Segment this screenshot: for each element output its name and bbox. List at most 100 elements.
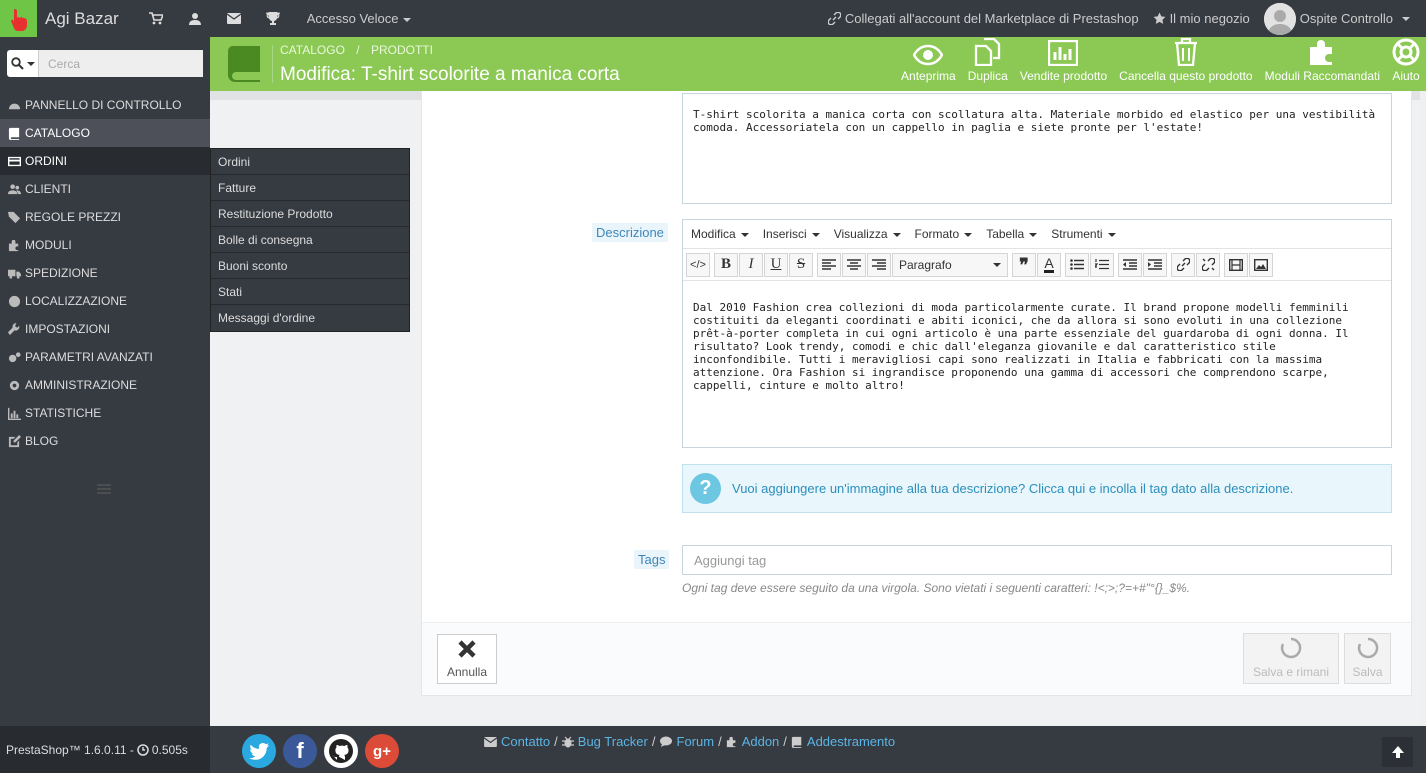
google-plus-icon[interactable]: g+ (365, 734, 399, 768)
collapse-menu-icon[interactable] (97, 482, 111, 497)
tags-input[interactable]: Aggiungi tag (682, 545, 1392, 575)
facebook-icon[interactable]: f (283, 734, 317, 768)
version-info: PrestaShop™ 1.6.0.11 - 0.505s (0, 726, 210, 773)
prestashop-logo-icon[interactable] (0, 0, 37, 37)
sidebar-item-advanced-parameters[interactable]: PARAMETRI AVANZATI (0, 343, 210, 371)
twitter-icon[interactable] (242, 734, 276, 768)
source-code-button[interactable]: </> (686, 252, 710, 277)
breadcrumb-products[interactable]: PRODOTTI (371, 43, 433, 57)
search-input[interactable] (39, 50, 203, 77)
bullet-list-button[interactable] (1065, 252, 1089, 277)
align-right-button[interactable] (867, 252, 891, 277)
save-and-stay-button[interactable]: Salva e rimani (1243, 633, 1339, 684)
chevron-down-icon (892, 232, 901, 237)
sidebar-item-customers[interactable]: CLIENTI (0, 175, 210, 203)
image-tip-alert[interactable]: ? Vuoi aggiungere un'immagine alla tua d… (682, 464, 1392, 513)
submenu-item-merchandise-returns[interactable]: Restituzione Prodotto (211, 201, 409, 227)
chevron-down-icon (811, 232, 820, 237)
sidebar-item-stats[interactable]: STATISTICHE (0, 399, 210, 427)
insert-link-button[interactable] (1171, 252, 1195, 277)
sidebar-item-shipping[interactable]: SPEDIZIONE (0, 259, 210, 287)
editor-menu-view[interactable]: Visualizza (834, 227, 901, 241)
page-scrollbar[interactable] (1420, 91, 1426, 726)
submenu-item-statuses[interactable]: Stati (211, 279, 409, 305)
outdent-button[interactable] (1118, 252, 1142, 277)
sidebar-item-preferences[interactable]: IMPOSTAZIONI (0, 315, 210, 343)
film-icon (1229, 258, 1243, 271)
page-footer: f g+ Contatto / Bug Tracker / Forum / Addon… (210, 726, 1426, 773)
training-link[interactable]: Addestramento (807, 734, 895, 749)
user-menu[interactable]: Ospite Controllo (1263, 2, 1410, 35)
delete-product-button[interactable]: Cancella questo prodotto (1113, 37, 1258, 91)
align-left-button[interactable] (817, 252, 841, 277)
shop-name[interactable]: Agi Bazar (45, 9, 119, 29)
sidebar-item-administration[interactable]: AMMINISTRAZIONE (0, 371, 210, 399)
chevron-down-icon (26, 61, 35, 66)
underline-button[interactable]: U (764, 252, 788, 277)
breadcrumb: CATALOGO / PRODOTTI (280, 43, 433, 57)
product-sales-button[interactable]: Vendite prodotto (1014, 37, 1113, 91)
bug-tracker-link[interactable]: Bug Tracker (578, 734, 648, 749)
sidebar-item-dashboard[interactable]: PANNELLO DI CONTROLLO (0, 91, 210, 119)
insert-image-button[interactable] (1249, 252, 1273, 277)
sidebar-item-catalog[interactable]: CATALOGO (0, 119, 210, 147)
submenu-item-delivery-slips[interactable]: Bolle di consegna (211, 227, 409, 253)
sidebar-item-price-rules[interactable]: REGOLE PREZZI (0, 203, 210, 231)
editor-menu-edit[interactable]: Modifica (691, 227, 749, 241)
submenu-item-orders[interactable]: Ordini (211, 149, 409, 175)
text-color-button[interactable]: A (1037, 252, 1061, 277)
editor-menu-format[interactable]: Formato (915, 227, 973, 241)
envelope-icon[interactable] (215, 13, 254, 24)
sidebar-item-orders[interactable]: ORDINI (0, 147, 210, 175)
help-button[interactable]: Aiuto (1386, 37, 1426, 91)
numbered-list-button[interactable] (1090, 252, 1114, 277)
editor-menu-table[interactable]: Tabella (986, 227, 1038, 241)
sidebar-item-label: MODULI (25, 238, 72, 252)
blockquote-button[interactable]: ❞ (1012, 252, 1036, 277)
sidebar-item-blog[interactable]: BLOG (0, 427, 210, 455)
remove-link-button[interactable] (1196, 252, 1220, 277)
align-center-button[interactable] (842, 252, 866, 277)
italic-button[interactable]: I (739, 252, 763, 277)
duplicate-button[interactable]: Duplica (962, 37, 1014, 91)
sidebar-item-modules[interactable]: MODULI (0, 231, 210, 259)
breadcrumb-catalog[interactable]: CATALOGO (280, 43, 345, 57)
sidebar-item-localization[interactable]: LOCALIZZAZIONE (0, 287, 210, 315)
marketplace-link[interactable]: Collegati all'account del Marketplace di… (827, 11, 1139, 26)
paragraph-format-select[interactable]: Paragrafo (892, 252, 1008, 277)
indent-button[interactable] (1143, 252, 1167, 277)
align-center-icon (847, 259, 861, 270)
user-icon[interactable] (176, 12, 215, 25)
editor-menubar: Modifica Inserisci Visualizza Formato Ta… (683, 220, 1391, 249)
preview-button[interactable]: Anteprima (895, 37, 962, 91)
quick-access-menu[interactable]: Accesso Veloce (307, 11, 412, 26)
forum-link[interactable]: Forum (677, 734, 715, 749)
submenu-item-order-messages[interactable]: Messaggi d'ordine (211, 305, 409, 331)
footer-links: Contatto / Bug Tracker / Forum / Addon / Add… (484, 734, 895, 749)
search-filter-button[interactable] (7, 50, 39, 77)
recommended-modules-button[interactable]: Moduli Raccomandati (1259, 37, 1386, 91)
tags-help-text: Ogni tag deve essere seguito da una virg… (682, 581, 1191, 595)
scroll-top-button[interactable] (1382, 737, 1413, 767)
my-shop-link[interactable]: Il mio negozio (1153, 11, 1250, 26)
editor-menu-tools[interactable]: Strumenti (1051, 227, 1116, 241)
contact-link[interactable]: Contatto (501, 734, 550, 749)
editor-menu-insert[interactable]: Inserisci (763, 227, 820, 241)
bold-button[interactable]: B (714, 252, 738, 277)
submenu-item-credit-slips[interactable]: Buoni sconto (211, 253, 409, 279)
sidebar-item-label: LOCALIZZAZIONE (25, 294, 128, 308)
save-button[interactable]: Salva (1344, 633, 1391, 684)
trophy-icon[interactable] (254, 12, 293, 25)
strikethrough-button[interactable]: S (789, 252, 813, 277)
summary-textarea[interactable]: T-shirt scolorita a manica corta con sco… (682, 93, 1392, 204)
globe-icon (8, 295, 21, 307)
page-title: Modifica: T-shirt scolorite a manica cor… (280, 64, 620, 85)
addons-link[interactable]: Addon (742, 734, 780, 749)
submenu-item-invoices[interactable]: Fatture (211, 175, 409, 201)
insert-media-button[interactable] (1224, 252, 1248, 277)
description-content[interactable]: Dal 2010 Fashion crea collezioni di moda… (683, 281, 1391, 412)
github-icon[interactable] (324, 734, 358, 768)
cart-icon[interactable] (137, 12, 176, 25)
cancel-button[interactable]: Annulla (437, 634, 497, 684)
sidebar-item-label: AMMINISTRAZIONE (25, 378, 138, 392)
